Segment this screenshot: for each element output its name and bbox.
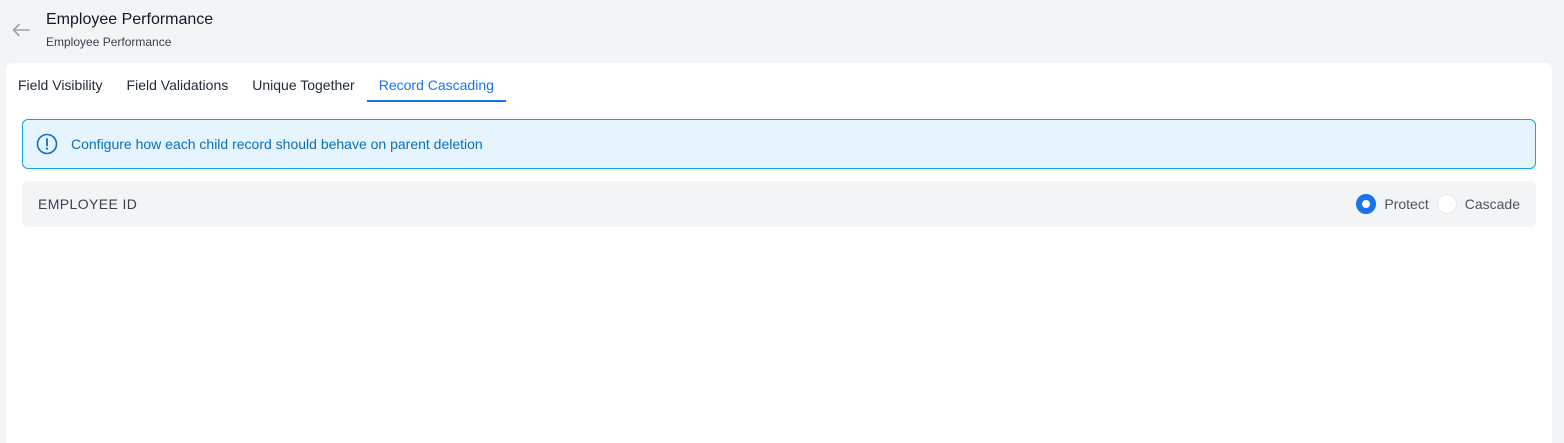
back-button[interactable]	[10, 20, 32, 40]
arrow-left-icon	[12, 23, 30, 37]
tab-bar: Field Visibility Field Validations Uniqu…	[6, 63, 507, 102]
cascade-radio-group: Protect Cascade	[1348, 194, 1520, 214]
settings-card: Field Visibility Field Validations Uniqu…	[6, 63, 1552, 443]
tab-field-visibility[interactable]: Field Visibility	[6, 63, 115, 102]
info-circle-icon	[36, 133, 58, 155]
radio-cascade-circle[interactable]	[1436, 194, 1457, 214]
radio-protect[interactable]: Protect	[1356, 194, 1429, 214]
info-banner: Configure how each child record should b…	[22, 119, 1536, 169]
page-subtitle: Employee Performance	[46, 35, 172, 49]
radio-protect-dot	[1362, 200, 1371, 208]
page-header: Employee Performance Employee Performanc…	[0, 0, 1564, 63]
radio-cascade-label: Cascade	[1464, 196, 1520, 212]
radio-protect-label: Protect	[1384, 196, 1429, 212]
radio-protect-circle[interactable]	[1356, 194, 1377, 214]
info-banner-text: Configure how each child record should b…	[71, 136, 483, 152]
cascade-field-name: EMPLOYEE ID	[38, 196, 138, 212]
radio-cascade[interactable]: Cascade	[1436, 194, 1520, 214]
tab-record-cascading[interactable]: Record Cascading	[366, 63, 507, 102]
cascade-row: EMPLOYEE ID Protect Cascade	[22, 181, 1536, 227]
tab-unique-together[interactable]: Unique Together	[240, 63, 366, 102]
page-title: Employee Performance	[46, 11, 214, 28]
tab-field-validations[interactable]: Field Validations	[115, 63, 241, 102]
